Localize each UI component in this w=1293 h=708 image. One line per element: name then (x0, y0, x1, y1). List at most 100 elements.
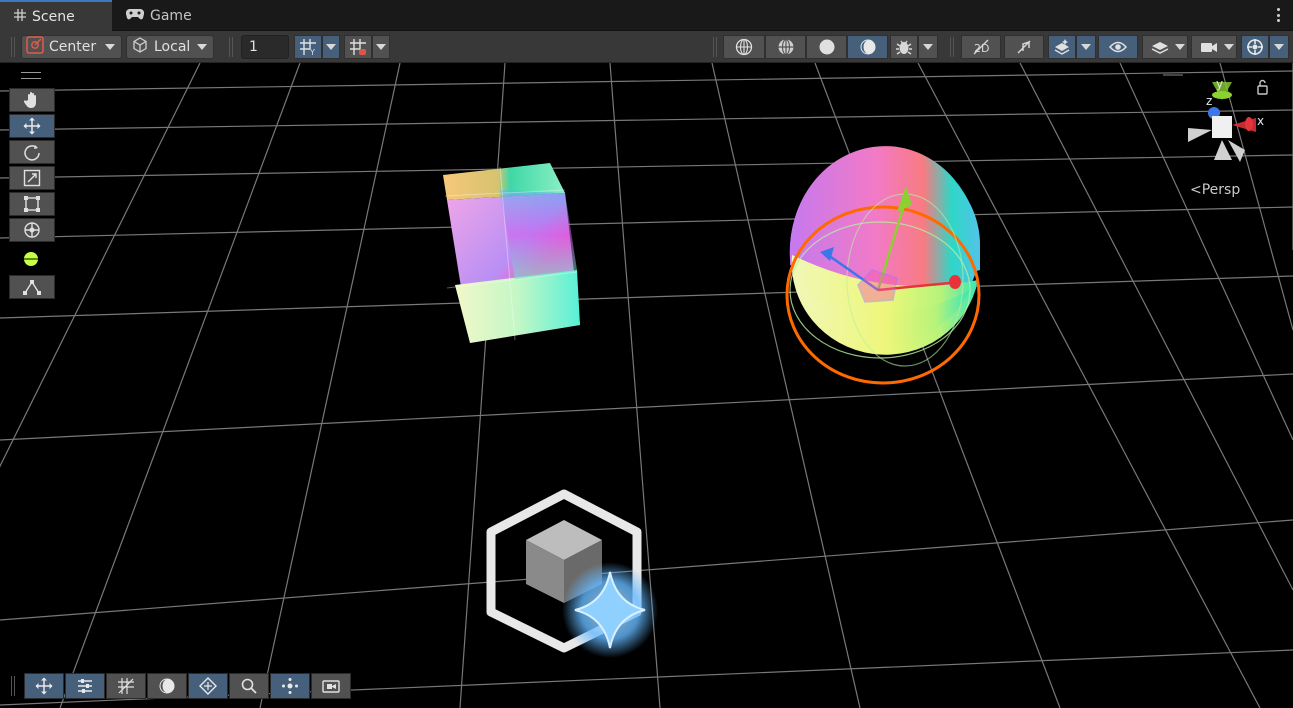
scale-icon (23, 169, 41, 187)
axis-z-label: z (1206, 94, 1212, 108)
effects-icon (1054, 39, 1070, 55)
tab-bar: Scene Game (0, 0, 1293, 31)
wireframe-shading-icon (735, 38, 753, 56)
grid-snap-magnet-icon (350, 39, 366, 55)
grid-y-icon: Y (300, 39, 316, 56)
navmesh-button[interactable] (188, 673, 228, 699)
camera-preview-button[interactable] (311, 673, 351, 699)
move-tool-button[interactable] (9, 114, 55, 138)
scale-tool-button[interactable] (9, 166, 55, 190)
2d-toggle-icon: 2D (973, 39, 989, 55)
axis-x-label: x (1257, 114, 1264, 128)
toolbar-grip[interactable] (11, 37, 15, 57)
rect-transform-icon (24, 196, 40, 212)
2d-toggle-button[interactable]: 2D (961, 35, 1001, 59)
pivot-rotation-label: Local (154, 39, 191, 55)
transform-icon (24, 222, 40, 238)
scene-toolbar: Center Local 1 Y 2D (0, 31, 1293, 63)
tool-settings-button[interactable] (65, 673, 105, 699)
overlay-drag-handle[interactable] (21, 72, 41, 79)
audio-mute-icon (1017, 40, 1031, 54)
layers-dropdown[interactable] (1142, 35, 1188, 59)
visibility-eye-icon (1109, 41, 1127, 53)
toolbar-grip[interactable] (713, 37, 717, 57)
grid-snapping-button[interactable] (106, 673, 146, 699)
projection-toggle[interactable]: <Persp (1190, 182, 1240, 198)
projection-label: Persp (1201, 182, 1241, 198)
rotate-tool-button[interactable] (9, 140, 55, 164)
gizmos-dropdown[interactable] (1269, 35, 1289, 59)
navmesh-icon (199, 677, 217, 695)
camera-icon (1201, 43, 1217, 52)
debug-bug-icon (896, 40, 912, 55)
tab-scene-label: Scene (32, 8, 75, 25)
chevron-down-icon (1224, 44, 1234, 50)
chevron-down-icon (105, 44, 115, 50)
tab-game-label: Game (150, 7, 192, 24)
unlit-icon (860, 39, 875, 55)
wireframe-shading-button[interactable] (723, 35, 765, 59)
audio-toggle-button[interactable] (1004, 35, 1044, 59)
toolbar-grip[interactable] (950, 37, 954, 57)
local-cube-icon (131, 36, 149, 58)
rotate-icon (24, 145, 40, 161)
effects-dropdown[interactable] (1076, 35, 1096, 59)
sphere-object[interactable] (789, 146, 980, 355)
grid-snapping-icon (118, 678, 134, 694)
tool-settings-icon (78, 679, 92, 693)
search-button[interactable] (229, 673, 269, 699)
custom-tool-icon[interactable] (24, 252, 38, 266)
shaded-button[interactable] (806, 35, 847, 59)
debug-draw-dropdown[interactable] (918, 35, 938, 59)
debug-draw-button[interactable] (890, 35, 918, 59)
hand-tool-button[interactable] (9, 88, 55, 112)
hash-grid-icon (14, 8, 26, 25)
tab-game[interactable]: Game (124, 0, 192, 31)
more-options-icon[interactable] (1277, 8, 1281, 22)
grid-increment-input[interactable]: 1 (241, 35, 289, 59)
tab-scene[interactable]: Scene (0, 0, 112, 31)
move-overlay-button[interactable] (24, 673, 64, 699)
scene-viewport[interactable]: y x z (0, 63, 1293, 708)
pivot-rotation-dropdown[interactable]: Local (126, 35, 214, 59)
pivot-mode-label: Center (49, 39, 97, 55)
gizmos-icon (1247, 39, 1263, 55)
chevron-down-icon (1175, 44, 1185, 50)
camera-dropdown[interactable] (1191, 35, 1237, 59)
unlit-button[interactable] (847, 35, 888, 59)
rect-tool-button[interactable] (9, 192, 55, 216)
toolbar-grip[interactable] (229, 37, 233, 57)
shaded-icon (819, 39, 834, 55)
grid-axis-dropdown[interactable] (322, 35, 340, 59)
effects-button[interactable] (1048, 35, 1076, 59)
chevron-left-icon: < (1190, 182, 1202, 198)
grid-snap-dropdown[interactable] (372, 35, 390, 59)
move-arrows-icon (23, 117, 41, 135)
path-spline-icon (23, 280, 41, 295)
light-probe-button[interactable] (147, 673, 187, 699)
axis-y-label: y (1216, 77, 1223, 91)
cube-object[interactable] (443, 163, 580, 343)
camera-preview-icon (322, 680, 340, 693)
grid-snap-button[interactable] (344, 35, 372, 59)
visibility-button[interactable] (1098, 35, 1138, 59)
search-icon (241, 678, 257, 694)
gizmos-button[interactable] (1241, 35, 1269, 59)
gamepad-icon (125, 8, 145, 24)
pivot-mode-dropdown[interactable]: Center (21, 35, 122, 59)
pivot-center-icon (26, 36, 44, 58)
svg-text:2D: 2D (974, 42, 989, 55)
shaded-wireframe-button[interactable] (765, 35, 806, 59)
path-tool-button[interactable] (9, 275, 55, 299)
hand-icon (23, 92, 36, 108)
overlay-grip[interactable] (11, 676, 15, 696)
light-probe-icon (159, 678, 175, 694)
layers-icon (1151, 42, 1169, 54)
particle-icon (282, 678, 298, 694)
grid-visibility-button[interactable]: Y (294, 35, 322, 59)
shaded-wireframe-icon (778, 38, 793, 56)
move-overlay-icon (35, 677, 53, 695)
svg-text:Y: Y (309, 48, 315, 56)
particle-button[interactable] (270, 673, 310, 699)
transform-tool-button[interactable] (9, 218, 55, 242)
